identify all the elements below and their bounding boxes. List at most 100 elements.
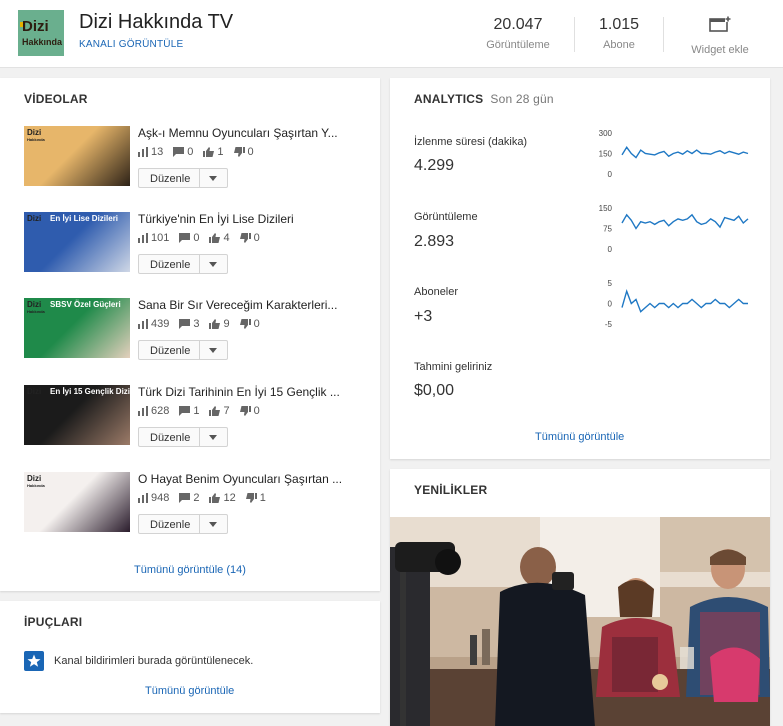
video-stats: 13 0 1 0	[138, 146, 264, 158]
divider	[574, 17, 575, 52]
video-stats: 101 0 4 0	[138, 232, 270, 244]
likes-count: 7	[223, 405, 230, 417]
news-card: YENİLİKLER	[390, 469, 770, 726]
divider	[199, 428, 200, 446]
video-thumbnail[interactable]: Dizi Hakkında	[24, 472, 130, 532]
thumbs-up-icon	[203, 147, 215, 157]
edit-button[interactable]: Düzenle	[138, 254, 228, 274]
logo-line2: Hakkında	[22, 37, 63, 47]
videos-view-all-link[interactable]: Tümünü görüntüle (14)	[134, 564, 246, 576]
thumbnail-logo: Dizi	[27, 128, 42, 137]
analytics-title-text: ANALYTICS	[414, 92, 484, 106]
edit-button-label: Düzenle	[150, 345, 191, 357]
logo-line1: Dizi	[22, 18, 49, 35]
video-title[interactable]: Türkiye'nin En İyi Lise Dizileri	[138, 212, 348, 226]
divider	[199, 341, 200, 359]
dislikes-count: 0	[247, 146, 254, 158]
views-label: Görüntüleme	[486, 39, 550, 51]
edit-button-label: Düzenle	[150, 173, 191, 185]
thumbnail-caption: En İyi Lise Dizileri	[50, 214, 119, 223]
add-widget-label: Widget ekle	[691, 44, 749, 56]
comments-count: 1	[193, 405, 200, 417]
subscribers-metric-value: +3	[414, 308, 433, 325]
chevron-down-icon[interactable]	[209, 262, 217, 267]
edit-button-label: Düzenle	[150, 519, 191, 531]
thumbs-up-icon	[209, 319, 221, 329]
comments-stat: 3	[179, 318, 199, 330]
video-thumbnail[interactable]: Dizi En İyi 15 Gençlik Dizisi	[24, 385, 130, 445]
watch-time-label: İzlenme süresi (dakika)	[414, 136, 528, 148]
comments-count: 0	[193, 232, 200, 244]
tips-title: İPUÇLARI	[24, 615, 83, 629]
edit-button[interactable]: Düzenle	[138, 340, 228, 360]
subscribers-sparkline: 5 0 -5	[605, 279, 748, 328]
views-metric-value: 2.893	[414, 233, 455, 250]
bar-chart-icon	[138, 233, 148, 243]
axis-tick-label: 0	[608, 170, 613, 178]
comment-icon	[179, 493, 191, 503]
thumbnail-logo: Dizi	[27, 387, 42, 396]
views-stat: 101	[138, 232, 169, 244]
likes-count: 12	[223, 492, 236, 504]
video-stats: 948 2 12 1	[138, 492, 276, 504]
thumbs-down-icon	[233, 147, 245, 157]
likes-stat: 7	[209, 405, 230, 417]
views-stat: 13	[138, 146, 163, 158]
view-channel-link[interactable]: KANALI GÖRÜNTÜLE	[79, 39, 183, 50]
chevron-down-icon[interactable]	[209, 435, 217, 440]
edit-button[interactable]: Düzenle	[138, 514, 228, 534]
bar-chart-icon	[138, 406, 148, 416]
views-stat: 948	[138, 492, 169, 504]
dislikes-count: 0	[253, 405, 260, 417]
edit-button-label: Düzenle	[150, 259, 191, 271]
comment-icon	[173, 147, 185, 157]
edit-button[interactable]: Düzenle	[138, 427, 228, 447]
comment-icon	[179, 406, 191, 416]
tips-view-all-link[interactable]: Tümünü görüntüle	[145, 685, 234, 697]
video-title[interactable]: Türk Dizi Tarihinin En İyi 15 Gençlik ..…	[138, 385, 348, 399]
news-title: YENİLİKLER	[414, 483, 488, 497]
video-title[interactable]: Sana Bir Sır Vereceğim Karakterleri...	[138, 298, 348, 312]
axis-tick-label: 0	[608, 300, 613, 309]
divider	[199, 169, 200, 187]
views-count: 948	[151, 492, 170, 504]
thumbs-down-icon	[239, 319, 251, 329]
series-line	[621, 213, 749, 230]
likes-stat: 12	[209, 492, 236, 504]
likes-count: 1	[217, 146, 224, 158]
likes-count: 9	[223, 318, 230, 330]
comment-icon	[179, 233, 191, 243]
news-image[interactable]	[390, 517, 770, 726]
comments-count: 3	[193, 318, 200, 330]
video-thumbnail[interactable]: Dizi Hakkında SBSV Özel Güçleri	[24, 298, 130, 358]
dislikes-count: 0	[253, 232, 260, 244]
thumbnail-logo-sub: Hakkında	[27, 483, 45, 488]
chevron-down-icon[interactable]	[209, 522, 217, 527]
analytics-title: ANALYTICS Son 28 gün	[414, 92, 554, 106]
thumbs-up-icon	[209, 493, 221, 503]
comment-icon	[179, 319, 191, 329]
thumbnail-caption: En İyi 15 Gençlik Dizisi	[50, 387, 130, 396]
video-title[interactable]: O Hayat Benim Oyuncuları Şaşırtan ...	[138, 472, 348, 486]
video-stats: 439 3 9 0	[138, 318, 270, 330]
chevron-down-icon[interactable]	[209, 176, 217, 181]
video-row: Dizi Hakkında Aşk-ı Memnu Oyuncuları Şaşır…	[24, 126, 354, 188]
video-thumbnail[interactable]: Dizi Hakkında	[24, 126, 130, 186]
dislikes-count: 0	[253, 318, 260, 330]
axis-tick-label: 0	[608, 245, 613, 253]
edit-button-label: Düzenle	[150, 432, 191, 444]
analytics-period: Son 28 gün	[490, 92, 554, 106]
channel-avatar[interactable]: Dizi Hakkında	[18, 10, 64, 56]
divider	[199, 255, 200, 273]
views-count: 439	[151, 318, 170, 330]
comments-count: 2	[193, 492, 200, 504]
video-title[interactable]: Aşk-ı Memnu Oyuncuları Şaşırtan Y...	[138, 126, 348, 140]
add-widget-button[interactable]: Widget ekle	[685, 16, 755, 56]
thumbnail-logo-sub: Hakkında	[27, 137, 45, 142]
thumbnail-logo-sub: Hakkında	[27, 309, 45, 314]
chevron-down-icon[interactable]	[209, 348, 217, 353]
analytics-view-all-link[interactable]: Tümünü görüntüle	[535, 431, 624, 443]
edit-button[interactable]: Düzenle	[138, 168, 228, 188]
video-thumbnail[interactable]: Dizi En İyi Lise Dizileri	[24, 212, 130, 272]
subscribers-metric-label: Aboneler	[414, 286, 459, 298]
